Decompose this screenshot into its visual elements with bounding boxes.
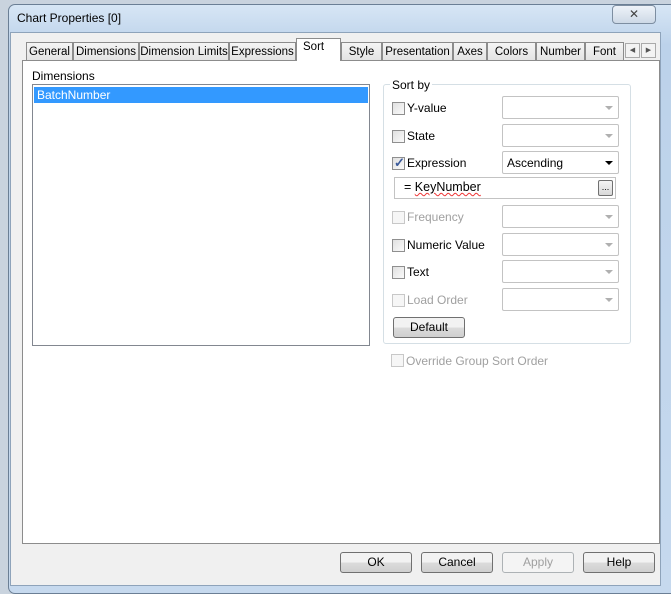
chevron-down-icon xyxy=(605,161,613,165)
expression-prefix: = xyxy=(404,180,415,194)
ok-button[interactable]: OK xyxy=(340,552,412,573)
dimensions-listbox[interactable] xyxy=(32,84,370,346)
y-value-checkbox[interactable] xyxy=(392,102,405,115)
tab-scroll-left-icon[interactable]: ◀ xyxy=(625,43,640,58)
tab-font[interactable]: Font xyxy=(585,42,624,61)
checkmark-icon: ✓ xyxy=(394,155,405,170)
close-button[interactable]: ✕ xyxy=(612,5,656,24)
help-button[interactable]: Help xyxy=(583,552,655,573)
chevron-down-icon xyxy=(605,298,613,302)
cancel-button[interactable]: Cancel xyxy=(421,552,493,573)
state-checkbox[interactable] xyxy=(392,130,405,143)
chevron-down-icon xyxy=(605,106,613,110)
tab-expressions[interactable]: Expressions xyxy=(229,42,296,61)
text-order-dropdown[interactable] xyxy=(502,260,619,283)
default-button[interactable]: Default xyxy=(393,317,465,338)
tab-dimensions[interactable]: Dimensions xyxy=(73,42,139,61)
text-checkbox[interactable] xyxy=(392,266,405,279)
tab-scroll-right-icon[interactable]: ▶ xyxy=(641,43,656,58)
close-x-icon: ✕ xyxy=(628,7,640,21)
override-group-sort-label: Override Group Sort Order xyxy=(406,354,549,368)
expression-checkbox[interactable]: ✓ xyxy=(392,155,405,170)
y-value-order-dropdown[interactable] xyxy=(502,96,619,119)
numeric-value-order-dropdown[interactable] xyxy=(502,233,619,256)
y-value-label: Y-value xyxy=(407,101,447,115)
tab-general[interactable]: General xyxy=(26,42,73,61)
load-order-order-dropdown[interactable] xyxy=(502,288,619,311)
tab-sort[interactable]: Sort xyxy=(296,38,341,61)
load-order-checkbox[interactable] xyxy=(392,294,405,307)
chevron-down-icon xyxy=(605,270,613,274)
apply-button[interactable]: Apply xyxy=(502,552,574,573)
text-label: Text xyxy=(407,265,430,279)
tab-dimension-limits[interactable]: Dimension Limits xyxy=(139,42,229,61)
numeric-value-checkbox[interactable] xyxy=(392,239,405,252)
tab-style[interactable]: Style xyxy=(341,42,382,61)
edit-expression-button[interactable]: ... xyxy=(598,180,613,196)
tab-number[interactable]: Number xyxy=(536,42,585,61)
expression-order-dropdown[interactable]: Ascending xyxy=(502,151,619,174)
frequency-order-dropdown[interactable] xyxy=(502,205,619,228)
tab-axes[interactable]: Axes xyxy=(453,42,487,61)
numeric-value-label: Numeric Value xyxy=(407,238,485,252)
expression-text: KeyNumber xyxy=(414,180,481,194)
state-order-dropdown[interactable] xyxy=(502,124,619,147)
frequency-checkbox[interactable] xyxy=(392,211,405,224)
chevron-down-icon xyxy=(605,134,613,138)
dimension-list-item[interactable]: BatchNumber xyxy=(34,87,368,103)
chevron-down-icon xyxy=(605,243,613,247)
expression-label: Expression xyxy=(407,156,467,170)
load-order-label: Load Order xyxy=(407,293,468,307)
dropdown-value: Ascending xyxy=(507,156,564,170)
sort-by-label: Sort by xyxy=(390,78,433,92)
override-group-sort-checkbox[interactable] xyxy=(391,354,404,367)
dimensions-label: Dimensions xyxy=(32,69,95,83)
state-label: State xyxy=(407,129,436,143)
tab-presentation[interactable]: Presentation xyxy=(382,42,453,61)
chevron-down-icon xyxy=(605,215,613,219)
window-title: Chart Properties [0] xyxy=(17,11,122,25)
frequency-label: Frequency xyxy=(407,210,464,224)
tab-colors[interactable]: Colors xyxy=(487,42,536,61)
